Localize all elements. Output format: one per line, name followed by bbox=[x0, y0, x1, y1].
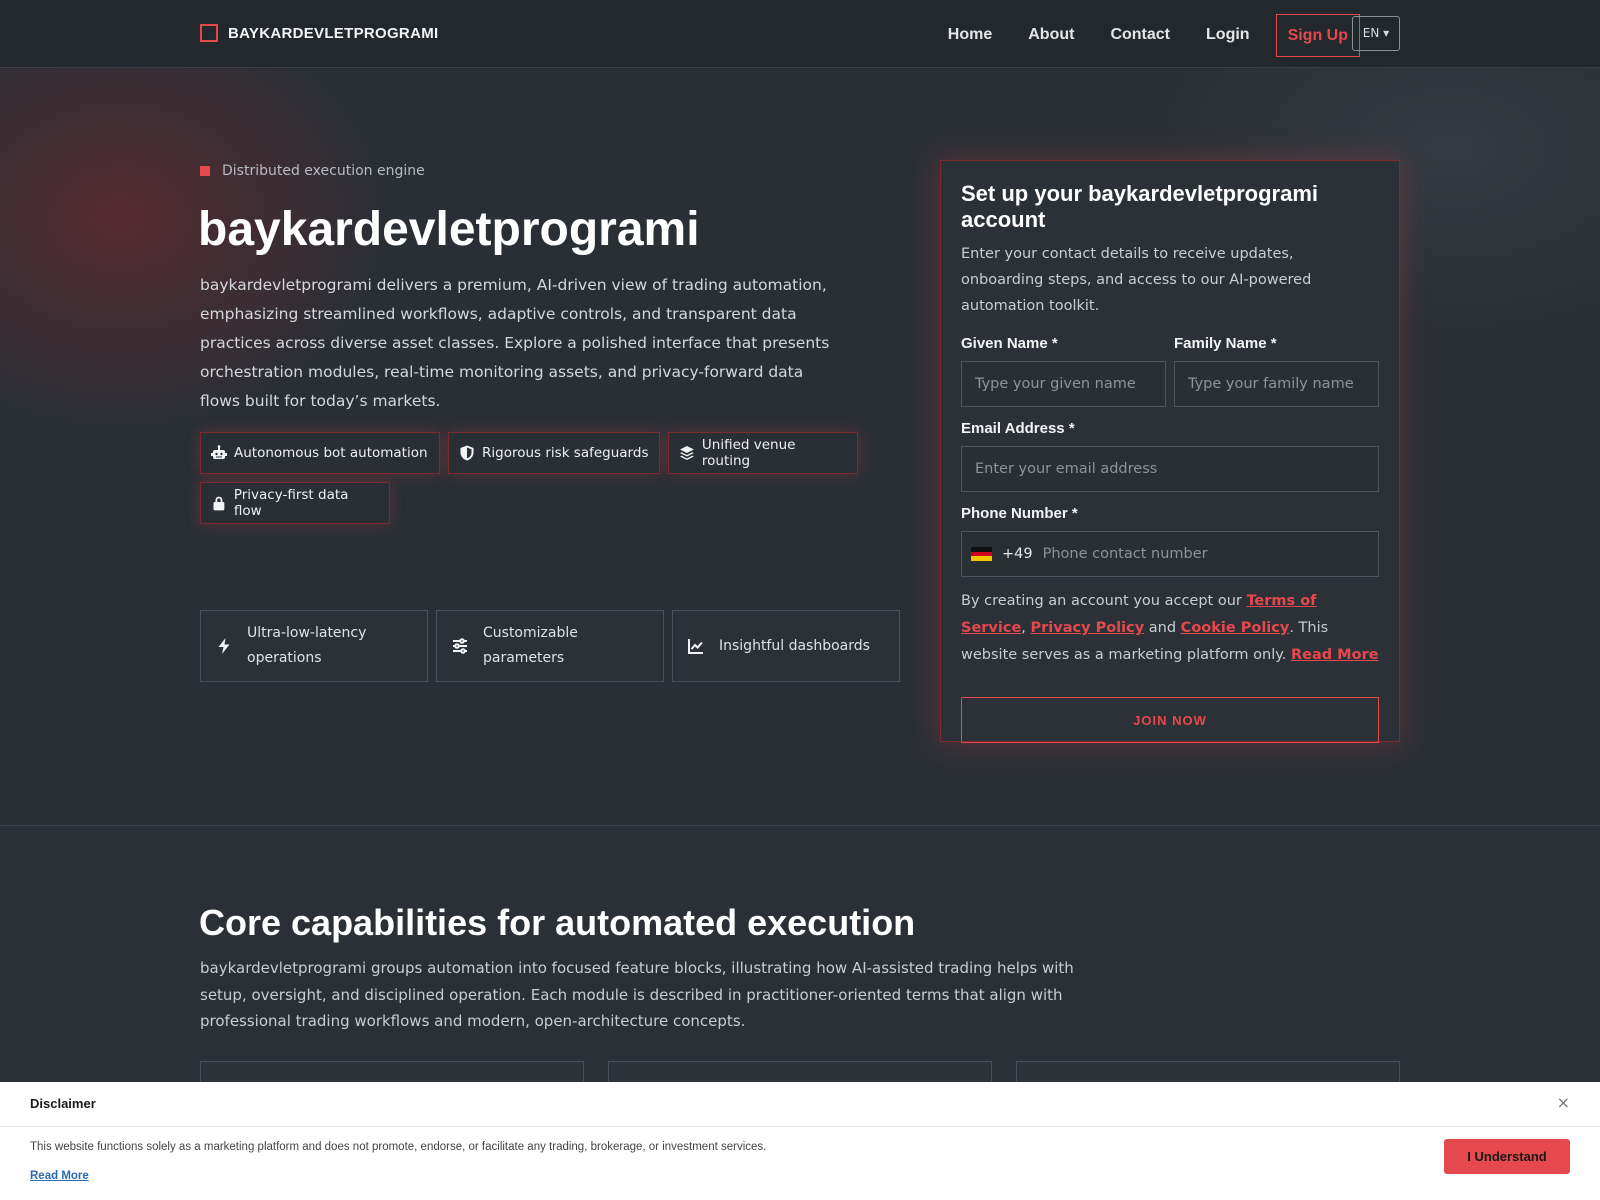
hero-section: Distributed execution engine baykardevle… bbox=[0, 68, 1600, 826]
cookie-policy-link[interactable]: Cookie Policy bbox=[1181, 620, 1290, 636]
language-selector[interactable]: EN ▾ bbox=[1352, 16, 1400, 51]
phone-dial-code[interactable]: +49 bbox=[1002, 546, 1033, 562]
brand-logo-icon bbox=[200, 24, 218, 42]
nav-link-login[interactable]: Login bbox=[1206, 26, 1250, 44]
terms-comma: , bbox=[1021, 620, 1026, 636]
hero-description: baykardevletprogrami delivers a premium,… bbox=[200, 276, 830, 410]
nav-link-about[interactable]: About bbox=[1028, 26, 1074, 44]
robot-icon bbox=[211, 445, 227, 459]
hero-title: baykardevletprogrami bbox=[198, 203, 700, 256]
feature-low-latency: Ultra-low-latency operations bbox=[200, 610, 428, 682]
signup-button[interactable]: Sign Up bbox=[1275, 13, 1360, 57]
i-understand-button[interactable]: I Understand bbox=[1444, 1139, 1570, 1174]
chip-privacy-data: Privacy-first data flow bbox=[200, 482, 390, 524]
phone-label: Phone Number * bbox=[961, 505, 1078, 522]
sliders-icon bbox=[453, 638, 467, 654]
terms-prefix: By creating an account you accept our bbox=[961, 593, 1247, 609]
email-input[interactable] bbox=[961, 446, 1379, 492]
family-name-input[interactable] bbox=[1174, 361, 1379, 407]
hero-eyebrow: Distributed execution engine bbox=[200, 163, 425, 179]
nav-link-contact[interactable]: Contact bbox=[1110, 26, 1170, 44]
bolt-icon bbox=[218, 638, 230, 654]
disclaimer-text: This website functions solely as a marke… bbox=[30, 1141, 767, 1153]
eyebrow-text: Distributed execution engine bbox=[222, 163, 425, 179]
square-bullet-icon bbox=[200, 166, 210, 176]
shield-icon bbox=[460, 445, 474, 461]
privacy-policy-link[interactable]: Privacy Policy bbox=[1031, 620, 1145, 636]
germany-flag-icon[interactable] bbox=[971, 547, 992, 562]
nav-link-home[interactable]: Home bbox=[948, 26, 992, 44]
lock-icon bbox=[213, 496, 225, 511]
capabilities-description: baykardevletprogrami groups automation i… bbox=[200, 959, 1074, 1030]
feature-label: Insightful dashboards bbox=[719, 637, 870, 654]
email-label: Email Address * bbox=[961, 420, 1075, 437]
join-now-button[interactable]: JOIN NOW bbox=[961, 697, 1379, 743]
top-navbar: BAYKARDEVLETPROGRAMI Home About Contact … bbox=[0, 0, 1600, 68]
chip-venue-routing: Unified venue routing bbox=[668, 432, 858, 474]
family-name-label: Family Name * bbox=[1174, 335, 1277, 352]
signup-form-card: Set up your baykardevletprogrami account… bbox=[940, 160, 1400, 743]
phone-input[interactable] bbox=[1042, 546, 1369, 562]
chip-risk-safeguards: Rigorous risk safeguards bbox=[448, 432, 660, 474]
read-more-link[interactable]: Read More bbox=[1291, 647, 1379, 663]
disclaimer-read-more-link[interactable]: Read More bbox=[30, 1170, 89, 1182]
feature-label: Ultra-low-latency operations bbox=[247, 625, 367, 666]
brand-name: BAYKARDEVLETPROGRAMI bbox=[228, 24, 439, 42]
form-title: Set up your baykardevletprogrami account bbox=[961, 181, 1318, 232]
brand[interactable]: BAYKARDEVLETPROGRAMI bbox=[200, 24, 438, 42]
chip-label: Privacy-first data flow bbox=[233, 487, 349, 519]
feature-dashboards: Insightful dashboards bbox=[672, 610, 900, 682]
given-name-label: Given Name * bbox=[961, 335, 1058, 352]
nav-links: Home About Contact Login Sign Up bbox=[948, 13, 1372, 57]
feature-custom-parameters: Customizable parameters bbox=[436, 610, 664, 682]
chip-label: Unified venue routing bbox=[701, 437, 796, 469]
close-icon[interactable]: × bbox=[1557, 1093, 1570, 1112]
disclaimer-title: Disclaimer bbox=[30, 1096, 96, 1111]
form-subtitle: Enter your contact details to receive up… bbox=[961, 246, 1312, 314]
chip-bot-automation: Autonomous bot automation bbox=[200, 432, 440, 474]
feature-label: Customizable parameters bbox=[483, 625, 578, 666]
phone-field[interactable]: +49 bbox=[961, 531, 1379, 577]
name-row: Given Name * Family Name * bbox=[961, 335, 1379, 407]
chip-label: Autonomous bot automation bbox=[234, 445, 428, 461]
capabilities-title: Core capabilities for automated executio… bbox=[199, 902, 916, 943]
disclaimer-header: Disclaimer × bbox=[0, 1082, 1600, 1127]
layers-icon bbox=[679, 446, 694, 460]
given-name-input[interactable] bbox=[961, 361, 1166, 407]
terms-and: and bbox=[1144, 620, 1181, 636]
chart-line-icon bbox=[688, 639, 703, 654]
disclaimer-banner: Disclaimer × This website functions sole… bbox=[0, 1082, 1600, 1200]
chip-label: Rigorous risk safeguards bbox=[482, 445, 649, 461]
terms-text: By creating an account you accept our Te… bbox=[961, 588, 1379, 669]
